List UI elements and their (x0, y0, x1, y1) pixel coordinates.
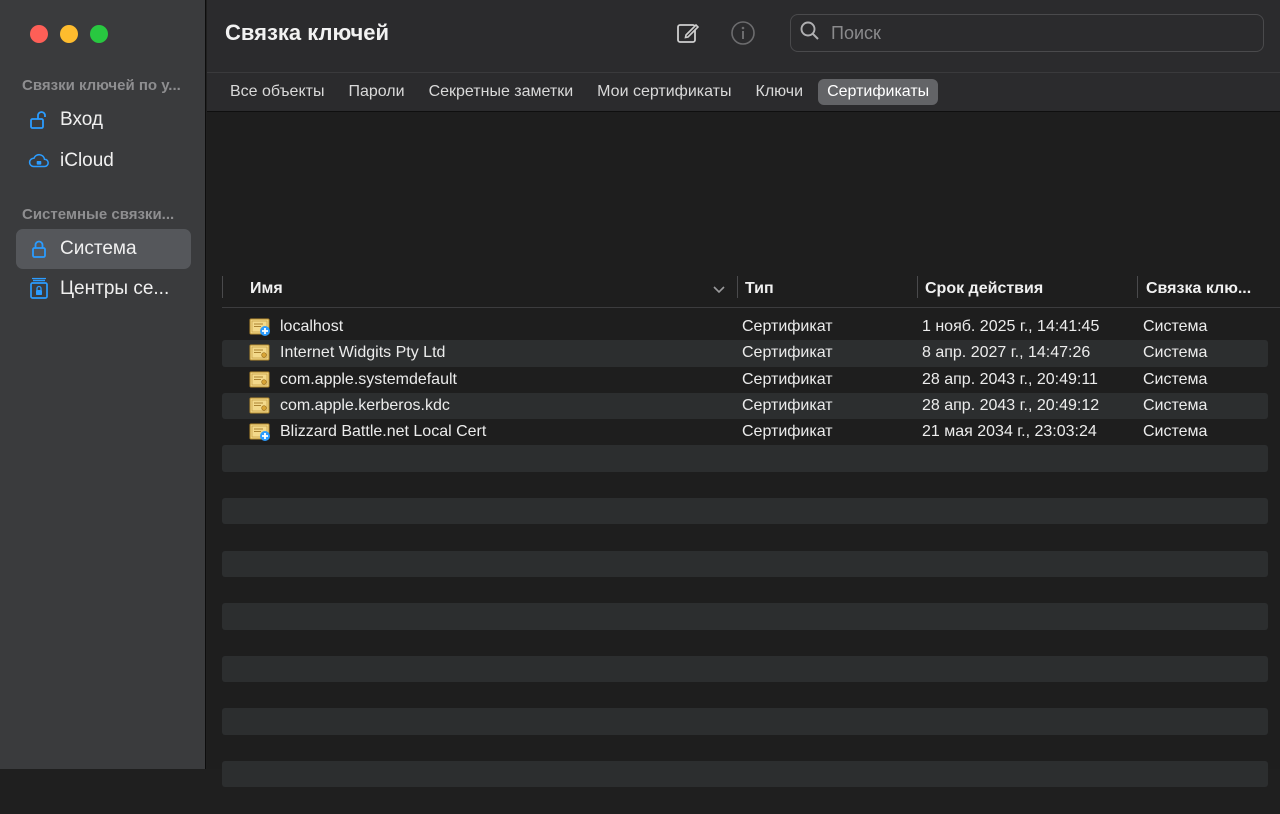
chevron-down-icon[interactable] (712, 282, 726, 300)
empty-row (222, 682, 1268, 708)
row-expires: 1 нояб. 2025 г., 14:41:45 (922, 318, 1100, 336)
row-type: Сертификат (742, 370, 833, 388)
search-field[interactable] (790, 14, 1264, 52)
row-name-cell: Blizzard Battle.net Local Cert (249, 422, 486, 442)
info-icon[interactable] (730, 20, 756, 46)
row-expires: 28 апр. 2043 г., 20:49:12 (922, 397, 1100, 415)
row-name: Blizzard Battle.net Local Cert (280, 423, 487, 441)
column-header-expires[interactable]: Срок действия (925, 280, 1043, 298)
row-type: Сертификат (742, 344, 833, 362)
cabinet-lock-icon (28, 277, 50, 300)
tab-all-items[interactable]: Все объекты (221, 79, 333, 105)
lock-icon (28, 238, 50, 260)
row-name-cell: com.apple.systemdefault (249, 370, 457, 390)
table-row[interactable]: com.apple.systemdefault Сертификат 28 апр.… (222, 367, 1268, 393)
empty-row (222, 735, 1268, 761)
toolbar: Связка ключей (207, 0, 1280, 72)
column-header-keychain[interactable]: Связка клю... (1146, 280, 1264, 298)
certificate-list: localhost Сертификат 1 нояб. 2025 г., 14:4… (222, 314, 1268, 814)
empty-row (222, 761, 1268, 788)
content-area: Имя Тип Срок действия Связка клю... loca… (207, 112, 1280, 788)
table-row[interactable]: Blizzard Battle.net Local Cert Сертификат… (222, 419, 1268, 445)
row-expires: 8 апр. 2027 г., 14:47:26 (922, 344, 1091, 362)
certificate-icon (249, 396, 271, 416)
certificate-custom-icon (249, 422, 271, 442)
empty-row (222, 630, 1268, 656)
table-row[interactable]: com.apple.kerberos.kdc Сертификат 28 апр. … (222, 392, 1268, 420)
tab-certificates[interactable]: Сертификаты (818, 79, 939, 105)
tab-passwords[interactable]: Пароли (339, 79, 413, 105)
column-header-name[interactable]: Имя (250, 280, 283, 298)
row-expires: 21 мая 2034 г., 23:03:24 (922, 423, 1097, 441)
row-keychain: Система (1143, 318, 1208, 336)
search-icon (799, 20, 821, 47)
sidebar-item-login[interactable]: Вход (16, 100, 191, 140)
empty-row (222, 603, 1268, 630)
sidebar-item-label: Система (60, 238, 137, 259)
category-tabbar: Все объекты Пароли Секретные заметки Мои… (207, 72, 1280, 112)
tab-keys[interactable]: Ключи (747, 79, 813, 105)
empty-row (222, 524, 1268, 550)
row-name: com.apple.systemdefault (280, 370, 457, 388)
empty-row (222, 550, 1268, 577)
table-row[interactable]: Internet Widgits Pty Ltd Сертификат 8 апр.… (222, 340, 1268, 367)
compose-icon[interactable] (675, 20, 701, 46)
row-keychain: Система (1143, 344, 1208, 362)
table-header: Имя Тип Срок действия Связка клю... (222, 272, 1280, 308)
empty-row (222, 445, 1268, 472)
table-row[interactable]: localhost Сертификат 1 нояб. 2025 г., 14:4… (222, 314, 1268, 340)
close-button[interactable] (30, 25, 48, 43)
certificate-icon (249, 343, 271, 363)
tab-secure-notes[interactable]: Секретные заметки (420, 79, 583, 105)
row-keychain: Система (1143, 423, 1208, 441)
empty-row (222, 577, 1268, 603)
empty-row (222, 498, 1268, 525)
certificate-icon (249, 370, 271, 390)
row-expires: 28 апр. 2043 г., 20:49:11 (922, 370, 1098, 388)
sidebar-item-system[interactable]: Система (16, 229, 191, 269)
search-input[interactable] (829, 21, 1233, 45)
row-name: com.apple.kerberos.kdc (280, 397, 450, 415)
tab-my-certificates[interactable]: Мои сертификаты (588, 79, 740, 105)
sidebar-section-system-keychains: Системные связки... (22, 206, 175, 223)
empty-row (222, 655, 1268, 683)
sidebar-item-label: Центры се... (60, 278, 170, 299)
row-type: Сертификат (742, 397, 833, 415)
minimize-button[interactable] (60, 25, 78, 43)
certificate-custom-icon (249, 317, 271, 337)
row-keychain: Система (1143, 370, 1208, 388)
lock-open-icon (28, 109, 50, 131)
sidebar-item-label: iCloud (60, 150, 114, 171)
sidebar-item-label: Вход (60, 109, 103, 130)
row-name: localhost (280, 318, 344, 336)
column-header-type[interactable]: Тип (745, 280, 774, 298)
cloud-lock-icon (28, 150, 50, 172)
sidebar-item-icloud[interactable]: iCloud (16, 141, 191, 181)
row-name-cell: localhost (249, 317, 343, 337)
row-name-cell: Internet Widgits Pty Ltd (249, 343, 445, 363)
row-type: Сертификат (742, 423, 833, 441)
window-controls (30, 25, 108, 43)
row-name: Internet Widgits Pty Ltd (280, 344, 446, 362)
empty-row (222, 472, 1268, 498)
zoom-button[interactable] (90, 25, 108, 43)
row-type: Сертификат (742, 318, 833, 336)
sidebar-section-user-keychains: Связки ключей по у... (22, 77, 181, 94)
sidebar: Связки ключей по у... Вход iCloud Систем… (0, 0, 206, 769)
row-keychain: Система (1143, 397, 1208, 415)
sidebar-item-system-roots[interactable]: Центры се... (16, 269, 191, 309)
empty-row (222, 708, 1268, 735)
window-title: Связка ключей (225, 20, 389, 45)
row-name-cell: com.apple.kerberos.kdc (249, 396, 450, 416)
empty-row (222, 787, 1268, 813)
